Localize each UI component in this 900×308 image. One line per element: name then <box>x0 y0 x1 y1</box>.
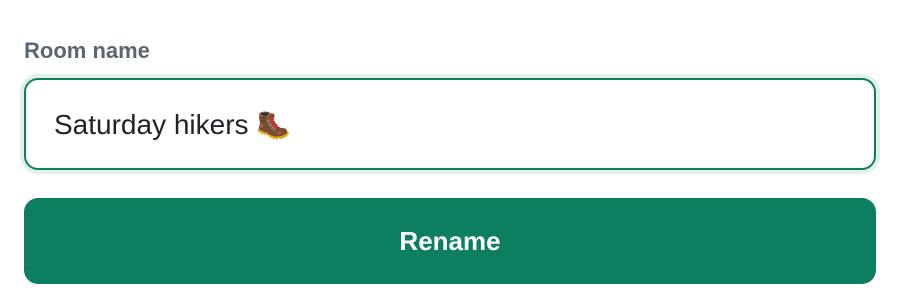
room-name-label: Room name <box>24 38 150 63</box>
room-name-field[interactable] <box>24 78 876 170</box>
rename-button[interactable]: Rename <box>24 198 876 284</box>
rename-room-form: Room name Rename <box>24 38 876 284</box>
room-name-input[interactable] <box>54 108 846 140</box>
